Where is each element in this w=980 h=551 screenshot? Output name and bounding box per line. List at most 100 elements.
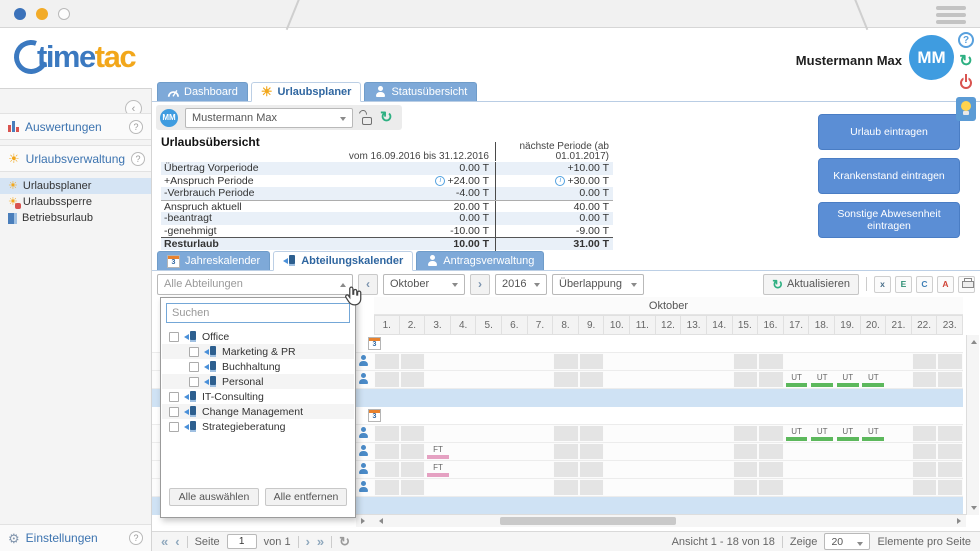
absence-entry-holiday[interactable]: FT (425, 461, 451, 478)
krankenstand-eintragen-button[interactable]: Krankenstand eintragen (818, 158, 960, 194)
sidebar-section-einstellungen[interactable]: ⚙ Einstellungen ? (0, 524, 151, 551)
export-e-button[interactable]: E (895, 276, 912, 293)
month-select[interactable]: Oktober (383, 274, 465, 295)
department-item-marketing-pr[interactable]: Marketing & PR (162, 344, 354, 359)
refresh-icon[interactable]: ↻ (959, 54, 972, 69)
day-header-cell: 16. (758, 315, 784, 335)
absence-entry-vacation[interactable]: UT (861, 371, 887, 388)
subtab-jahreskalender[interactable]: 3Jahreskalender (157, 251, 270, 270)
search-input[interactable] (166, 303, 350, 323)
checkbox[interactable] (169, 422, 179, 432)
absence-entry-vacation[interactable]: UT (809, 425, 835, 442)
export-pdf-button[interactable]: A (937, 276, 954, 293)
absence-entry-holiday[interactable]: FT (425, 443, 451, 460)
department-filter-select[interactable]: Alle Abteilungen (157, 274, 353, 295)
absence-entry-vacation[interactable]: UT (784, 425, 810, 442)
vertical-scrollbar[interactable] (966, 335, 979, 515)
last-page-button[interactable]: » (317, 535, 324, 548)
avatar[interactable]: MM (909, 35, 954, 80)
row-value: +10.00 T (567, 162, 609, 175)
select-all-button[interactable]: Alle auswählen (169, 488, 259, 506)
absence-entry-vacation[interactable]: UT (835, 371, 861, 388)
page-input[interactable] (227, 534, 257, 549)
help-icon[interactable]: ? (131, 152, 145, 166)
checkbox[interactable] (169, 392, 179, 402)
sonstige-abwesenheit-eintragen-button[interactable]: Sonstige Abwesenheit eintragen (818, 202, 960, 238)
lightbulb-button[interactable] (956, 97, 976, 121)
calendar-cell (758, 479, 784, 496)
logo-time: time (37, 39, 95, 74)
scroll-right-arrow[interactable] (952, 515, 966, 527)
checkbox[interactable] (169, 332, 179, 342)
sidebar-item-betriebsurlaub[interactable]: Betriebsurlaub (0, 210, 151, 226)
scroll-up-arrow[interactable] (967, 336, 980, 348)
sidebar-section-auswertungen[interactable]: Auswertungen ? (0, 113, 151, 140)
department-label: Office (202, 331, 229, 343)
refresh-label: Aktualisieren (787, 278, 850, 290)
scroll-left-arrow[interactable] (374, 515, 388, 527)
prev-page-button[interactable]: ‹ (175, 535, 179, 548)
hamburger-menu-icon[interactable] (936, 6, 966, 24)
refresh-button[interactable]: ↻ Aktualisieren (763, 274, 859, 295)
user-select-value: Mustermann Max (192, 112, 277, 124)
department-icon (204, 346, 217, 358)
department-item-it-consulting[interactable]: IT-Consulting (162, 389, 354, 404)
checkbox[interactable] (169, 407, 179, 417)
sidebar-section-urlaubsverwaltung[interactable]: ☀ Urlaubsverwaltung ? (0, 145, 151, 172)
calendar-cell (553, 353, 579, 370)
help-icon[interactable]: ? (958, 32, 974, 48)
power-icon[interactable] (959, 76, 973, 90)
info-icon[interactable]: i (435, 176, 445, 186)
calendar-cell (579, 425, 605, 442)
scroll-down-arrow[interactable] (967, 502, 980, 514)
entry-bar (837, 437, 859, 441)
department-item-strategieberatung[interactable]: Strategieberatung (162, 419, 354, 434)
calendar-cell (809, 443, 835, 460)
first-page-button[interactable]: « (161, 535, 168, 548)
department-item-office[interactable]: Office (162, 329, 354, 344)
refresh-icon[interactable]: ↻ (339, 534, 350, 550)
info-icon[interactable]: i (555, 176, 565, 186)
checkbox[interactable] (189, 377, 199, 387)
horizontal-scrollbar[interactable] (356, 514, 966, 527)
department-item-personal[interactable]: Personal (162, 374, 354, 389)
urlaub-eintragen-button[interactable]: Urlaub eintragen (818, 114, 960, 150)
export-c-button[interactable]: C (916, 276, 933, 293)
overlap-mode-select[interactable]: Überlappung (552, 274, 644, 295)
help-icon[interactable]: ? (129, 120, 143, 134)
absence-entry-vacation[interactable]: UT (861, 425, 887, 442)
frozen-scroll-right-arrow[interactable] (356, 515, 370, 527)
user-select[interactable]: Mustermann Max (185, 108, 353, 128)
sidebar-item-urlaubsplaner[interactable]: ☀Urlaubsplaner (0, 178, 151, 194)
subtab-abteilungskalender[interactable]: Abteilungskalender (273, 251, 413, 271)
next-page-button[interactable]: › (306, 535, 310, 548)
absence-entry-vacation[interactable]: UT (835, 425, 861, 442)
export-excel-button[interactable]: x (874, 276, 891, 293)
tab-dashboard[interactable]: Dashboard (157, 82, 248, 101)
subtab-antragsverwaltung[interactable]: Antragsverwaltung (416, 251, 544, 270)
help-icon[interactable]: ? (129, 531, 143, 545)
next-month-button[interactable]: › (470, 274, 490, 295)
tab-urlaubsplaner[interactable]: ☀Urlaubsplaner (251, 82, 362, 102)
print-button[interactable] (958, 276, 975, 293)
absence-entry-vacation[interactable]: UT (809, 371, 835, 388)
checkbox[interactable] (189, 347, 199, 357)
unlock-icon[interactable] (360, 110, 373, 125)
sun-lock-icon: ☀ (8, 196, 18, 208)
department-item-buchhaltung[interactable]: Buchhaltung (162, 359, 354, 374)
calendar-cell (835, 461, 861, 478)
department-icon (204, 376, 217, 388)
sidebar-item-urlaubssperre[interactable]: ☀Urlaubssperre (0, 194, 151, 210)
tab-label: Statusübersicht (391, 86, 467, 98)
absence-entry-vacation[interactable]: UT (784, 371, 810, 388)
year-select[interactable]: 2016 (495, 274, 547, 295)
page-size-select[interactable]: 20 (824, 533, 870, 550)
scrollbar-thumb[interactable] (500, 517, 676, 525)
main-tabstrip: Dashboard☀Urlaubsplaner Statusübersicht (152, 82, 980, 101)
calendar-cell (681, 479, 707, 496)
refresh-icon[interactable]: ↻ (380, 110, 393, 125)
checkbox[interactable] (189, 362, 199, 372)
tab-status-bersicht[interactable]: Statusübersicht (364, 82, 477, 101)
clear-all-button[interactable]: Alle entfernen (265, 488, 347, 506)
department-item-change-management[interactable]: Change Management (162, 404, 354, 419)
